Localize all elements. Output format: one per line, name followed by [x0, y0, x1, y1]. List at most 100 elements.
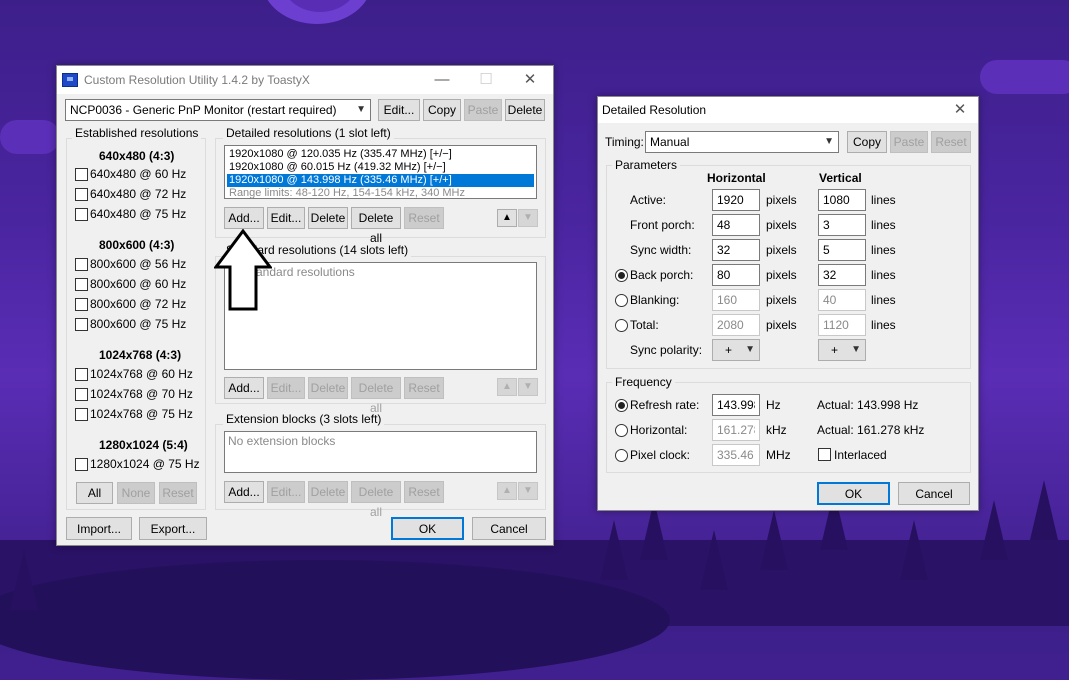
horizontal-parameter-input[interactable] [712, 314, 760, 336]
parameter-row-label: Total: [630, 318, 659, 332]
detail-title-bar[interactable]: Detailed Resolution ✕ [598, 97, 978, 123]
delete-all-detailed-button[interactable]: Delete all [351, 207, 401, 245]
edit-monitor-button[interactable]: Edit... [378, 99, 420, 121]
horizontal-parameter-input[interactable] [712, 289, 760, 311]
import-button[interactable]: Import... [66, 517, 132, 540]
established-group-heading: 640x480 (4:3) [99, 149, 175, 163]
detailed-resolution-item[interactable]: 1920x1080 @ 60.015 Hz (419.32 MHz) [+/−] [227, 161, 534, 174]
main-title-bar[interactable]: Custom Resolution Utility 1.4.2 by Toast… [57, 66, 553, 94]
delete-monitor-button[interactable]: Delete [505, 99, 545, 121]
none-button[interactable]: None [117, 482, 155, 504]
reset-timing-button[interactable]: Reset [931, 131, 971, 153]
timing-label: Timing: [605, 135, 644, 149]
parameter-row-label: Front porch: [630, 218, 695, 232]
timing-select-value: Manual [650, 135, 690, 149]
minimize-button[interactable]: — [419, 66, 465, 94]
all-button[interactable]: All [76, 482, 113, 504]
parameter-mode-radio[interactable] [615, 319, 628, 332]
established-resolution-checkbox[interactable] [75, 318, 88, 331]
delete-all-standard-button[interactable]: Delete all [351, 377, 401, 415]
vertical-parameter-input[interactable] [818, 189, 866, 211]
hill-decoration [0, 560, 670, 680]
horizontal-parameter-input[interactable] [712, 214, 760, 236]
reset-extension-button[interactable]: Reset [404, 481, 444, 503]
cancel-button[interactable]: Cancel [898, 482, 970, 505]
delete-extension-button[interactable]: Delete [308, 481, 348, 503]
vertical-parameter-input[interactable] [818, 314, 866, 336]
interlaced-checkbox[interactable] [818, 448, 831, 461]
established-resolution-checkbox[interactable] [75, 458, 88, 471]
add-extension-button[interactable]: Add... [224, 481, 264, 503]
range-limits-item[interactable]: Range limits: 48-120 Hz, 154-154 kHz, 34… [227, 187, 534, 200]
ok-button[interactable]: OK [391, 517, 464, 540]
pixel-clock-radio[interactable] [615, 449, 628, 462]
established-resolution-label: 800x600 @ 56 Hz [90, 257, 187, 271]
established-resolution-checkbox[interactable] [75, 208, 88, 221]
horizontal-unit-label: pixels [766, 293, 797, 307]
edit-extension-button[interactable]: Edit... [267, 481, 305, 503]
copy-button[interactable]: Copy [423, 99, 461, 121]
copy-timing-button[interactable]: Copy [847, 131, 887, 153]
monitor-select[interactable]: NCP0036 - Generic PnP Monitor (restart r… [65, 99, 371, 121]
cancel-button[interactable]: Cancel [472, 517, 546, 540]
vertical-sync-polarity-select[interactable]: + ▼ [818, 339, 866, 361]
detailed-resolution-item[interactable]: 1920x1080 @ 120.035 Hz (335.47 MHz) [+/−… [227, 148, 534, 161]
move-up-arrow-icon[interactable]: ▲ [497, 378, 517, 396]
edit-standard-button[interactable]: Edit... [267, 377, 305, 399]
established-resolution-checkbox[interactable] [75, 298, 88, 311]
close-button[interactable]: ✕ [940, 96, 980, 124]
delete-standard-button[interactable]: Delete [308, 377, 348, 399]
horizontal-frequency-input[interactable] [712, 419, 760, 441]
paste-timing-button[interactable]: Paste [890, 131, 928, 153]
parameter-mode-radio[interactable] [615, 294, 628, 307]
delete-detailed-button[interactable]: Delete [308, 207, 348, 229]
horizontal-parameter-input[interactable] [712, 189, 760, 211]
move-up-arrow-icon[interactable]: ▲ [497, 482, 517, 500]
extension-blocks-list[interactable]: No extension blocks [224, 431, 537, 473]
refresh-rate-radio[interactable] [615, 399, 628, 412]
detailed-resolution-item-selected[interactable]: 1920x1080 @ 143.998 Hz (335.46 MHz) [+/+… [227, 174, 534, 187]
refresh-rate-input[interactable] [712, 394, 760, 416]
refresh-rate-unit: Hz [766, 398, 781, 412]
add-standard-button[interactable]: Add... [224, 377, 264, 399]
reset-established-button[interactable]: Reset [159, 482, 197, 504]
reset-detailed-button[interactable]: Reset [404, 207, 444, 229]
timing-select[interactable]: Manual ▼ [645, 131, 839, 153]
delete-all-extension-button[interactable]: Delete all [351, 481, 401, 519]
move-down-arrow-icon[interactable]: ▼ [518, 482, 538, 500]
horizontal-unit-label: pixels [766, 243, 797, 257]
reset-standard-button[interactable]: Reset [404, 377, 444, 399]
vertical-parameter-input[interactable] [818, 264, 866, 286]
maximize-button[interactable]: ☐ [463, 66, 509, 94]
export-button[interactable]: Export... [139, 517, 207, 540]
established-resolution-checkbox[interactable] [75, 368, 88, 381]
established-resolution-checkbox[interactable] [75, 408, 88, 421]
pixel-clock-input[interactable] [712, 444, 760, 466]
main-window: Custom Resolution Utility 1.4.2 by Toast… [56, 65, 554, 546]
move-up-arrow-icon[interactable]: ▲ [497, 209, 517, 227]
close-button[interactable]: ✕ [507, 66, 553, 94]
established-resolution-checkbox[interactable] [75, 258, 88, 271]
horizontal-parameter-input[interactable] [712, 239, 760, 261]
vertical-parameter-input[interactable] [818, 214, 866, 236]
add-detailed-button[interactable]: Add... [224, 207, 264, 229]
paste-button[interactable]: Paste [464, 99, 502, 121]
horizontal-frequency-radio[interactable] [615, 424, 628, 437]
chevron-down-icon: ▼ [745, 344, 755, 355]
edit-detailed-button[interactable]: Edit... [267, 207, 305, 229]
horizontal-parameter-input[interactable] [712, 264, 760, 286]
established-resolution-checkbox[interactable] [75, 278, 88, 291]
vertical-parameter-input[interactable] [818, 289, 866, 311]
established-resolution-checkbox[interactable] [75, 168, 88, 181]
parameter-row-label: Sync width: [630, 243, 692, 257]
ok-button[interactable]: OK [817, 482, 890, 505]
parameter-mode-radio[interactable] [615, 269, 628, 282]
move-down-arrow-icon[interactable]: ▼ [518, 378, 538, 396]
detailed-resolutions-list[interactable]: 1920x1080 @ 120.035 Hz (335.47 MHz) [+/−… [224, 145, 537, 199]
established-resolution-checkbox[interactable] [75, 388, 88, 401]
refresh-rate-label: Refresh rate: [630, 398, 700, 412]
move-down-arrow-icon[interactable]: ▼ [518, 209, 538, 227]
horizontal-sync-polarity-select[interactable]: + ▼ [712, 339, 760, 361]
established-resolution-checkbox[interactable] [75, 188, 88, 201]
vertical-parameter-input[interactable] [818, 239, 866, 261]
